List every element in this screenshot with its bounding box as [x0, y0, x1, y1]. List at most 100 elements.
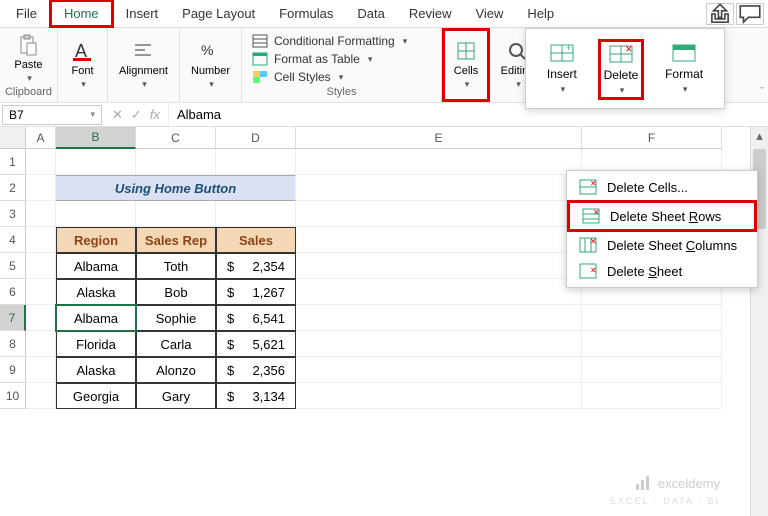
cell[interactable]: Region: [56, 227, 136, 253]
cell[interactable]: [26, 201, 56, 227]
cell[interactable]: $5,621: [216, 331, 296, 357]
cell[interactable]: [56, 149, 136, 175]
cell[interactable]: [136, 149, 216, 175]
cell[interactable]: [26, 305, 56, 331]
col-header[interactable]: E: [296, 127, 582, 149]
row-header[interactable]: 3: [0, 201, 26, 227]
cell[interactable]: Sophie: [136, 305, 216, 331]
conditional-formatting-button[interactable]: Conditional Formatting▾: [252, 32, 407, 50]
tab-home[interactable]: Home: [49, 0, 114, 28]
cell[interactable]: $2,354: [216, 253, 296, 279]
delete-cells-button[interactable]: ✕ Delete▾: [598, 39, 645, 100]
row-header[interactable]: 5: [0, 253, 26, 279]
row-header[interactable]: 7: [0, 305, 26, 331]
col-header[interactable]: C: [136, 127, 216, 149]
cell[interactable]: [296, 201, 582, 227]
cell[interactable]: [26, 331, 56, 357]
format-as-table-button[interactable]: Format as Table▾: [252, 50, 372, 68]
col-header[interactable]: A: [26, 127, 56, 149]
tab-file[interactable]: File: [4, 2, 49, 25]
cell[interactable]: [296, 175, 582, 201]
col-header[interactable]: F: [582, 127, 722, 149]
cell[interactable]: $3,134: [216, 383, 296, 409]
cell[interactable]: [56, 201, 136, 227]
cell[interactable]: [26, 383, 56, 409]
fx-icon[interactable]: fx: [150, 107, 160, 122]
cell[interactable]: $6,541: [216, 305, 296, 331]
comments-icon[interactable]: [736, 3, 764, 25]
cell[interactable]: Albama: [56, 253, 136, 279]
cell[interactable]: [582, 331, 722, 357]
tab-view[interactable]: View: [463, 2, 515, 25]
tab-page-layout[interactable]: Page Layout: [170, 2, 267, 25]
cell[interactable]: Alonzo: [136, 357, 216, 383]
cell[interactable]: [216, 149, 296, 175]
cell[interactable]: $2,356: [216, 357, 296, 383]
name-box[interactable]: B7▾: [2, 105, 102, 125]
cell[interactable]: Florida: [56, 331, 136, 357]
tab-help[interactable]: Help: [515, 2, 566, 25]
delete-sheet-menuitem[interactable]: ✕ Delete Sheet: [567, 258, 757, 284]
row-header[interactable]: 1: [0, 149, 26, 175]
cancel-icon[interactable]: ✕: [112, 107, 123, 123]
cell[interactable]: [582, 357, 722, 383]
cell[interactable]: [296, 305, 582, 331]
cell[interactable]: [296, 383, 582, 409]
cell[interactable]: Using Home Button: [56, 175, 296, 201]
cell[interactable]: [582, 305, 722, 331]
delete-cells-menuitem[interactable]: ✕ Delete Cells...: [567, 174, 757, 200]
cell[interactable]: [296, 253, 582, 279]
font-button[interactable]: A Font▾: [71, 39, 95, 90]
cell[interactable]: [26, 357, 56, 383]
enter-icon[interactable]: ✓: [131, 107, 142, 123]
row-header[interactable]: 4: [0, 227, 26, 253]
cells-button[interactable]: Cells▾: [454, 39, 478, 90]
cell[interactable]: Gary: [136, 383, 216, 409]
cell[interactable]: Bob: [136, 279, 216, 305]
cell[interactable]: Alaska: [56, 357, 136, 383]
cell[interactable]: [582, 383, 722, 409]
share-icon[interactable]: [706, 3, 734, 25]
tab-insert[interactable]: Insert: [114, 2, 171, 25]
cell[interactable]: Toth: [136, 253, 216, 279]
cell[interactable]: Sales: [216, 227, 296, 253]
delete-sheet-rows-menuitem[interactable]: ✕ Delete Sheet Rows: [567, 200, 757, 232]
cell[interactable]: [26, 227, 56, 253]
cell[interactable]: [26, 253, 56, 279]
cell[interactable]: [296, 357, 582, 383]
paste-button[interactable]: Paste▾: [14, 33, 42, 84]
col-header[interactable]: D: [216, 127, 296, 149]
row-header[interactable]: 8: [0, 331, 26, 357]
cell[interactable]: [296, 149, 582, 175]
cell[interactable]: Sales Rep: [136, 227, 216, 253]
number-button[interactable]: % Number▾: [191, 39, 230, 90]
row-header[interactable]: 9: [0, 357, 26, 383]
tab-data[interactable]: Data: [345, 2, 396, 25]
row-header[interactable]: 6: [0, 279, 26, 305]
row-header[interactable]: 2: [0, 175, 26, 201]
cell[interactable]: Alaska: [56, 279, 136, 305]
insert-cells-button[interactable]: + Insert▾: [542, 39, 582, 100]
row-header[interactable]: 10: [0, 383, 26, 409]
cell[interactable]: [26, 279, 56, 305]
cell[interactable]: Albama: [56, 305, 136, 331]
scroll-up-icon[interactable]: ▴: [751, 127, 768, 145]
cell[interactable]: Carla: [136, 331, 216, 357]
format-cells-button[interactable]: Format▾: [660, 39, 708, 100]
select-all-corner[interactable]: [0, 127, 26, 149]
cell[interactable]: [26, 149, 56, 175]
cell[interactable]: [296, 331, 582, 357]
tab-formulas[interactable]: Formulas: [267, 2, 345, 25]
cell[interactable]: Georgia: [56, 383, 136, 409]
col-header[interactable]: B: [56, 127, 136, 149]
cell-styles-button[interactable]: Cell Styles▾: [252, 68, 343, 86]
cell[interactable]: [26, 175, 56, 201]
collapse-ribbon-icon[interactable]: ˇ: [760, 86, 764, 98]
cell[interactable]: [296, 227, 582, 253]
delete-sheet-columns-menuitem[interactable]: ✕ Delete Sheet Columns: [567, 232, 757, 258]
cell[interactable]: [136, 201, 216, 227]
alignment-button[interactable]: Alignment▾: [119, 39, 168, 90]
cell[interactable]: [216, 201, 296, 227]
cell[interactable]: [296, 279, 582, 305]
tab-review[interactable]: Review: [397, 2, 464, 25]
